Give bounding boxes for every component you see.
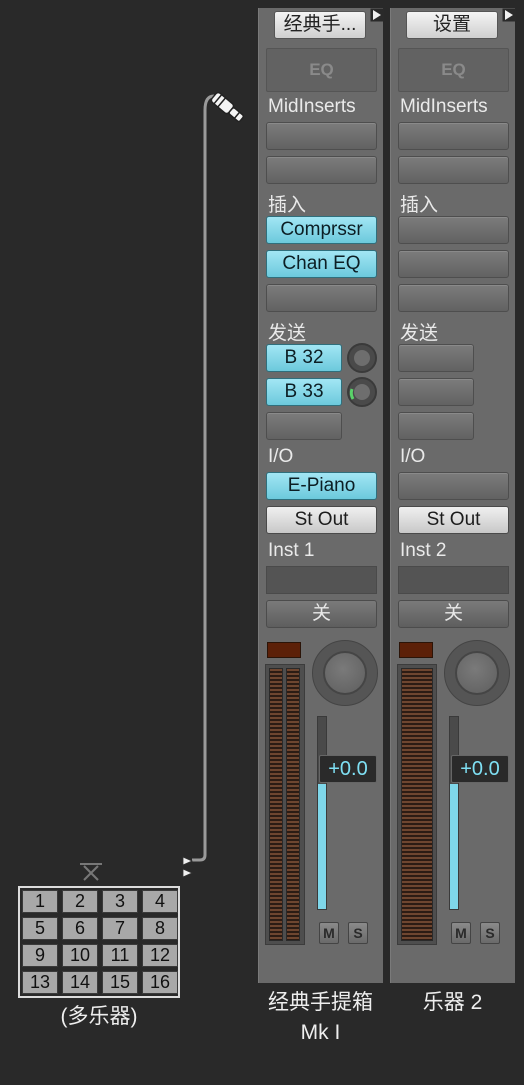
insert-slot-3[interactable] (398, 284, 509, 312)
insert-slot-2[interactable] (398, 250, 509, 278)
channel-cell[interactable]: 6 (62, 917, 98, 940)
cable-plug-icon (210, 91, 245, 123)
group-field[interactable] (398, 566, 509, 594)
channel-cell[interactable]: 2 (62, 890, 98, 913)
inserts-label: 插入 (400, 195, 439, 216)
mute-button[interactable]: M (451, 922, 471, 944)
automation-off-button[interactable]: 关 (266, 600, 377, 628)
multi-instrument-grid[interactable]: 1 2 3 4 5 6 7 8 9 10 11 12 13 14 15 16 (18, 886, 180, 998)
strip-2-expand-arrow-icon[interactable] (502, 8, 516, 22)
automation-label: Inst 1 (268, 540, 315, 561)
volume-fader[interactable] (449, 716, 459, 910)
sends-label: 发送 (400, 323, 439, 344)
solo-button[interactable]: S (348, 922, 368, 944)
io-label: I/O (400, 446, 426, 467)
channel-cell[interactable]: 3 (102, 890, 138, 913)
input-slot[interactable] (398, 472, 509, 500)
clip-indicator[interactable] (399, 642, 433, 658)
channel-cell[interactable]: 8 (142, 917, 178, 940)
output-slot[interactable]: St Out (266, 506, 377, 534)
keyboard-stand-icon (80, 863, 102, 881)
channel-strip-1: 经典手... EQ MidInserts 插入 Comprssr Chan EQ… (258, 8, 383, 983)
strip-1-name-line-1: 经典手提箱 (268, 991, 373, 1014)
insert-slot-compressor[interactable]: Comprssr (266, 216, 377, 244)
insert-slot-chan-eq[interactable]: Chan EQ (266, 250, 377, 278)
channel-cell[interactable]: 16 (142, 971, 178, 994)
channel-cell[interactable]: 12 (142, 944, 178, 967)
channel-cell[interactable]: 10 (62, 944, 98, 967)
sends-label: 发送 (268, 323, 307, 344)
mute-button[interactable]: M (319, 922, 339, 944)
channel-cell[interactable]: 11 (102, 944, 138, 967)
send-slot-2[interactable] (398, 378, 474, 406)
group-field[interactable] (266, 566, 377, 594)
channel-cell[interactable]: 5 (22, 917, 58, 940)
send-slot-empty[interactable] (266, 412, 342, 440)
volume-fader[interactable] (317, 716, 327, 910)
pan-knob[interactable] (444, 640, 510, 706)
send-level-knob-1[interactable] (347, 343, 377, 373)
channel-cell[interactable]: 1 (22, 890, 58, 913)
strip-2-name: 乐器 2 (422, 991, 483, 1014)
solo-button[interactable]: S (480, 922, 500, 944)
multi-instrument-label: (多乐器) (60, 1005, 138, 1028)
send-level-indicator-icon (349, 388, 355, 400)
output-slot[interactable]: St Out (398, 506, 509, 534)
midi-insert-slot-1[interactable] (398, 122, 509, 150)
strip-1-expand-arrow-icon[interactable] (370, 8, 384, 22)
send-slot-3[interactable] (398, 412, 474, 440)
eq-display[interactable]: EQ (266, 48, 377, 92)
pan-knob[interactable] (312, 640, 378, 706)
channel-cell[interactable]: 15 (102, 971, 138, 994)
channel-cell[interactable]: 4 (142, 890, 178, 913)
automation-off-button[interactable]: 关 (398, 600, 509, 628)
insert-slot-empty[interactable] (266, 284, 377, 312)
send-slot-b32[interactable]: B 32 (266, 344, 342, 372)
level-meter (265, 664, 305, 945)
channel-cell[interactable]: 13 (22, 971, 58, 994)
midi-inserts-label: MidInserts (400, 96, 488, 117)
level-meter (397, 664, 437, 945)
volume-value[interactable]: +0.0 (319, 755, 377, 783)
multi-output-arrow-icon (182, 856, 193, 878)
insert-slot-1[interactable] (398, 216, 509, 244)
setting-button[interactable]: 设置 (406, 11, 498, 39)
volume-value[interactable]: +0.0 (451, 755, 509, 783)
midi-insert-slot-1[interactable] (266, 122, 377, 150)
automation-label: Inst 2 (400, 540, 447, 561)
input-slot[interactable]: E-Piano (266, 472, 377, 500)
channel-cell[interactable]: 14 (62, 971, 98, 994)
midi-inserts-label: MidInserts (268, 96, 356, 117)
send-slot-b33[interactable]: B 33 (266, 378, 342, 406)
setting-button[interactable]: 经典手... (274, 11, 366, 39)
midi-insert-slot-2[interactable] (398, 156, 509, 184)
io-label: I/O (268, 446, 294, 467)
send-slot-1[interactable] (398, 344, 474, 372)
inserts-label: 插入 (268, 195, 307, 216)
midi-insert-slot-2[interactable] (266, 156, 377, 184)
clip-indicator[interactable] (267, 642, 301, 658)
eq-display[interactable]: EQ (398, 48, 509, 92)
channel-strip-2: 设置 EQ MidInserts 插入 发送 I/O St Out Inst 2… (390, 8, 515, 983)
channel-cell[interactable]: 9 (22, 944, 58, 967)
strip-1-name-line-2: Mk I (300, 1021, 341, 1044)
channel-cell[interactable]: 7 (102, 917, 138, 940)
